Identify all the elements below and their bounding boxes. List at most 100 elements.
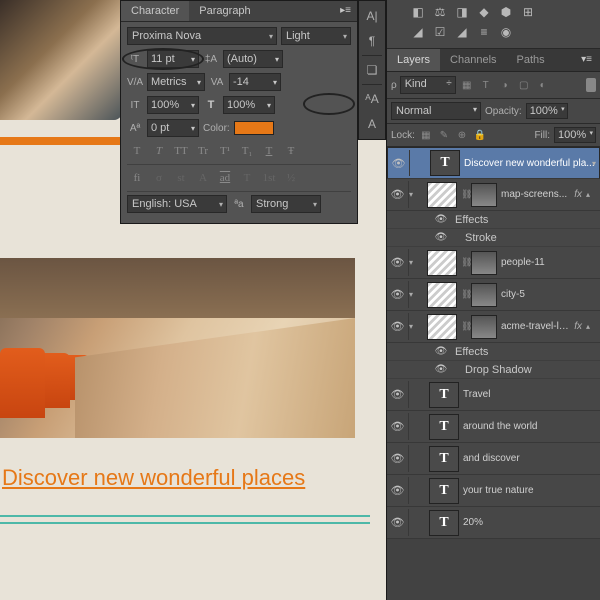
- hscale-input[interactable]: 100%: [223, 96, 275, 114]
- visibility-icon[interactable]: 👁: [387, 281, 409, 308]
- ligatures-button[interactable]: fi: [127, 169, 147, 187]
- filter-adjust-icon[interactable]: T: [478, 77, 494, 93]
- tool-icon[interactable]: ◢: [409, 24, 427, 40]
- fractions-button[interactable]: ½: [281, 169, 301, 187]
- font-style-select[interactable]: Light: [281, 27, 351, 45]
- disclosure-icon[interactable]: ▾: [409, 290, 423, 299]
- ordinals-button[interactable]: 1st: [259, 169, 279, 187]
- panel-menu-icon[interactable]: ▸≡: [334, 1, 357, 21]
- canvas-headline[interactable]: Discover new wonderful places: [2, 465, 305, 491]
- fx-badge[interactable]: fx: [574, 189, 586, 200]
- tab-paragraph[interactable]: Paragraph: [189, 1, 260, 21]
- char-panel-icon[interactable]: ᴬA: [360, 87, 384, 111]
- disclosure-icon[interactable]: ▾: [409, 322, 423, 331]
- effect-item[interactable]: 👁Stroke: [387, 229, 600, 247]
- visibility-icon[interactable]: 👁: [388, 150, 410, 176]
- smallcaps-button[interactable]: Tr: [193, 142, 213, 160]
- para-styles-icon[interactable]: ¶: [360, 29, 384, 53]
- tool-icon[interactable]: ⊞: [519, 4, 537, 20]
- filter-pixel-icon[interactable]: ▦: [459, 77, 475, 93]
- layer-row[interactable]: 👁▾⛓map-screens...fx▴: [387, 179, 600, 211]
- tool-icon[interactable]: ◢: [453, 24, 471, 40]
- kerning-select[interactable]: Metrics: [147, 73, 205, 91]
- visibility-icon[interactable]: 👁: [433, 232, 449, 243]
- layer-name[interactable]: people-11: [501, 257, 600, 268]
- fill-input[interactable]: 100%: [554, 127, 596, 143]
- baseline-input[interactable]: 0 pt: [147, 119, 199, 137]
- fx-badge[interactable]: fx: [574, 321, 586, 332]
- visibility-icon[interactable]: 👁: [387, 249, 409, 276]
- para-panel-icon[interactable]: A: [360, 112, 384, 136]
- layer-row[interactable]: 👁Tand discover: [387, 443, 600, 475]
- antialias-select[interactable]: Strong: [251, 195, 321, 213]
- layer-name[interactable]: Travel: [463, 389, 600, 400]
- layer-row[interactable]: 👁▾⛓people-11: [387, 247, 600, 279]
- effects-row[interactable]: 👁Effects: [387, 211, 600, 229]
- layer-row[interactable]: 👁TTravel: [387, 379, 600, 411]
- disclosure-icon[interactable]: ▾: [409, 258, 423, 267]
- layer-row[interactable]: 👁TDiscover new wonderful pla...: [387, 147, 600, 179]
- glyphs-icon[interactable]: ❏: [360, 58, 384, 82]
- filter-toggle[interactable]: [586, 78, 596, 92]
- language-select[interactable]: English: USA: [127, 195, 227, 213]
- faux-italic-button[interactable]: T: [149, 142, 169, 160]
- tool-icon[interactable]: ⚖: [431, 4, 449, 20]
- panel-menu-icon[interactable]: ▾≡: [573, 49, 600, 71]
- visibility-icon[interactable]: 👁: [387, 313, 409, 340]
- superscript-button[interactable]: T¹: [215, 142, 235, 160]
- contextual-button[interactable]: σ: [149, 169, 169, 187]
- layer-name[interactable]: city-5: [501, 289, 600, 300]
- tool-icon[interactable]: ◧: [409, 4, 427, 20]
- filter-kind-select[interactable]: Kind: [400, 76, 456, 94]
- visibility-icon[interactable]: 👁: [433, 346, 449, 357]
- leading-input[interactable]: (Auto): [223, 50, 283, 68]
- visibility-icon[interactable]: 👁: [433, 364, 449, 375]
- layer-row[interactable]: 👁Taround the world: [387, 411, 600, 443]
- tool-icon[interactable]: ◆: [475, 4, 493, 20]
- visibility-icon[interactable]: 👁: [387, 413, 409, 440]
- opacity-input[interactable]: 100%: [526, 103, 568, 119]
- strike-button[interactable]: Ŧ: [281, 142, 301, 160]
- lock-all-icon[interactable]: 🔒: [473, 128, 487, 142]
- tool-icon[interactable]: ☑: [431, 24, 449, 40]
- layer-name[interactable]: and discover: [463, 453, 600, 464]
- tool-icon[interactable]: ◨: [453, 4, 471, 20]
- font-size-input[interactable]: 11 pt: [147, 50, 199, 68]
- layer-name[interactable]: Discover new wonderful pla...: [464, 158, 599, 169]
- disclosure-icon[interactable]: ▾: [409, 190, 423, 199]
- visibility-icon[interactable]: 👁: [387, 477, 409, 504]
- tab-paths[interactable]: Paths: [507, 49, 555, 71]
- visibility-icon[interactable]: 👁: [433, 214, 449, 225]
- allcaps-button[interactable]: TT: [171, 142, 191, 160]
- tool-icon[interactable]: ⬢: [497, 4, 515, 20]
- color-swatch[interactable]: [234, 121, 274, 135]
- layer-name[interactable]: map-screens...: [501, 189, 574, 200]
- underline-button[interactable]: T: [259, 142, 279, 160]
- layer-name[interactable]: your true nature: [463, 485, 600, 496]
- effect-item[interactable]: 👁Drop Shadow: [387, 361, 600, 379]
- layer-row[interactable]: 👁▾⛓city-5: [387, 279, 600, 311]
- tool-icon[interactable]: ◉: [497, 24, 515, 40]
- faux-bold-button[interactable]: T: [127, 142, 147, 160]
- tool-icon[interactable]: ≡: [475, 24, 493, 40]
- tab-channels[interactable]: Channels: [440, 49, 506, 71]
- vscale-input[interactable]: 100%: [147, 96, 199, 114]
- blend-mode-select[interactable]: Normal: [391, 102, 481, 120]
- filter-smart-icon[interactable]: ◐: [535, 77, 551, 93]
- layer-row[interactable]: 👁▾⛓acme-travel-logofx▴: [387, 311, 600, 343]
- titling-button[interactable]: T: [237, 169, 257, 187]
- font-family-select[interactable]: Proxima Nova: [127, 27, 277, 45]
- lock-transparent-icon[interactable]: ▦: [419, 128, 433, 142]
- fx-disclosure-icon[interactable]: ▴: [586, 322, 600, 331]
- effects-row[interactable]: 👁Effects: [387, 343, 600, 361]
- discretionary-button[interactable]: st: [171, 169, 191, 187]
- subscript-button[interactable]: T₁: [237, 142, 257, 160]
- lock-position-icon[interactable]: ⊕: [455, 128, 469, 142]
- layer-name[interactable]: 20%: [463, 517, 600, 528]
- lock-image-icon[interactable]: ✎: [437, 128, 451, 142]
- filter-shape-icon[interactable]: ▢: [516, 77, 532, 93]
- swash-button[interactable]: A: [193, 169, 213, 187]
- tab-character[interactable]: Character: [121, 1, 189, 21]
- tab-layers[interactable]: Layers: [387, 49, 440, 71]
- layer-row[interactable]: 👁Tyour true nature: [387, 475, 600, 507]
